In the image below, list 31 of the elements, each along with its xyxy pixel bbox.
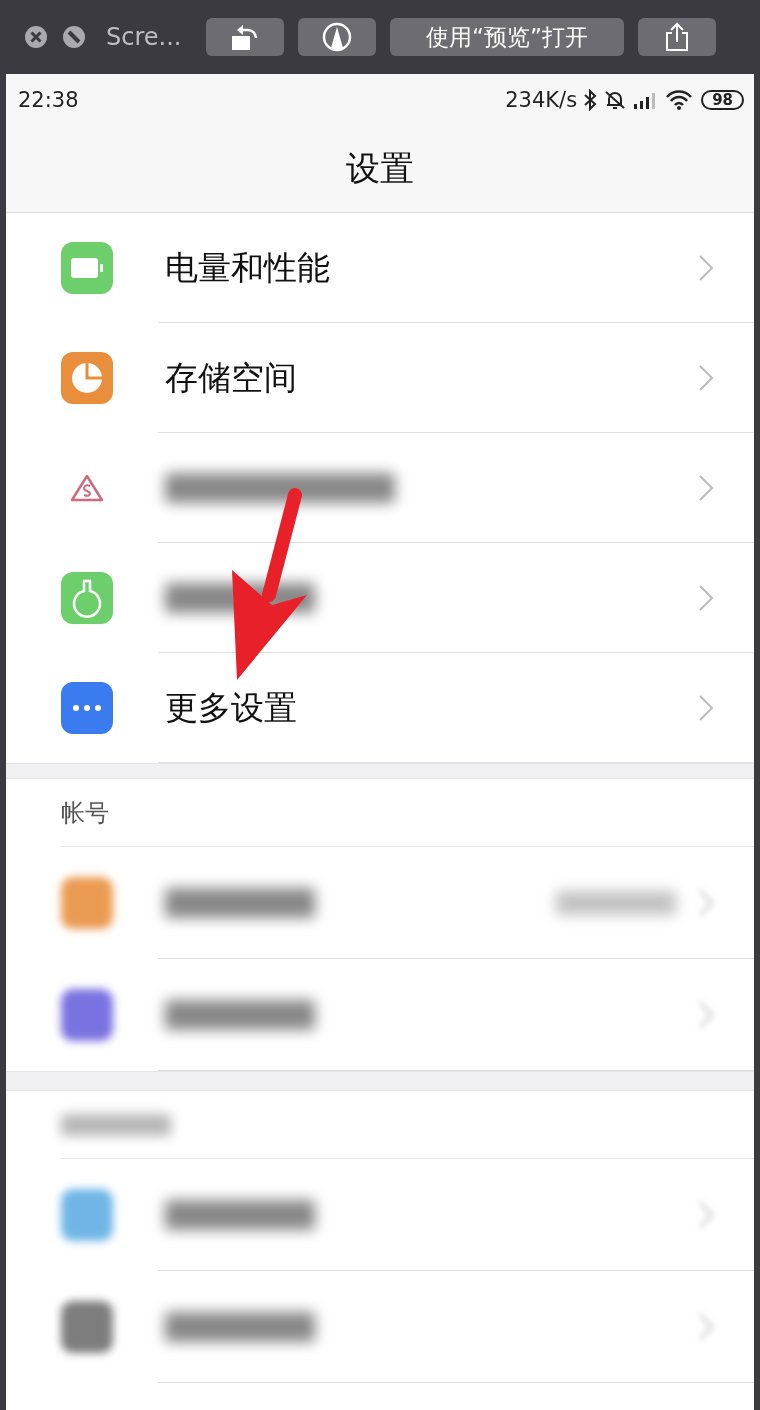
more-dots-icon — [72, 704, 102, 712]
row-label: 存储空间 — [165, 356, 297, 399]
fullscreen-icon[interactable] — [62, 25, 86, 49]
chevron-icon — [698, 364, 714, 392]
battery-level: 98 — [701, 89, 744, 110]
network-speed: 234K/s — [505, 87, 578, 112]
settings-row[interactable]: 存储空间 — [6, 323, 754, 433]
row-label: 更多设置 — [165, 686, 297, 729]
markup-button[interactable] — [298, 18, 376, 56]
open-with-preview-button[interactable]: 使用“预览”打开 — [390, 18, 624, 56]
chevron-icon — [698, 584, 714, 612]
window-title: Scre... — [106, 23, 183, 51]
chevron-icon — [698, 474, 714, 502]
settings-row[interactable]: 电量和性能 — [6, 213, 754, 323]
row-label: 电量和性能 — [165, 246, 330, 289]
settings-row[interactable]: 更多设置 — [6, 653, 754, 763]
wifi-icon — [665, 89, 694, 110]
bluetooth-icon — [583, 88, 598, 111]
chevron-icon — [698, 254, 714, 282]
status-time: 22:38 — [18, 87, 79, 112]
battery-icon — [70, 257, 104, 279]
share-button[interactable] — [638, 18, 716, 56]
chevron-icon — [698, 694, 714, 722]
pie-chart-icon — [70, 361, 104, 395]
share-icon — [664, 22, 690, 52]
page-title: 设置 — [346, 146, 414, 190]
flask-icon — [70, 578, 104, 618]
section-title: 帐号 — [61, 798, 109, 829]
close-icon[interactable] — [24, 25, 48, 49]
rotate-button[interactable] — [206, 18, 284, 56]
markup-pen-icon — [322, 22, 352, 52]
